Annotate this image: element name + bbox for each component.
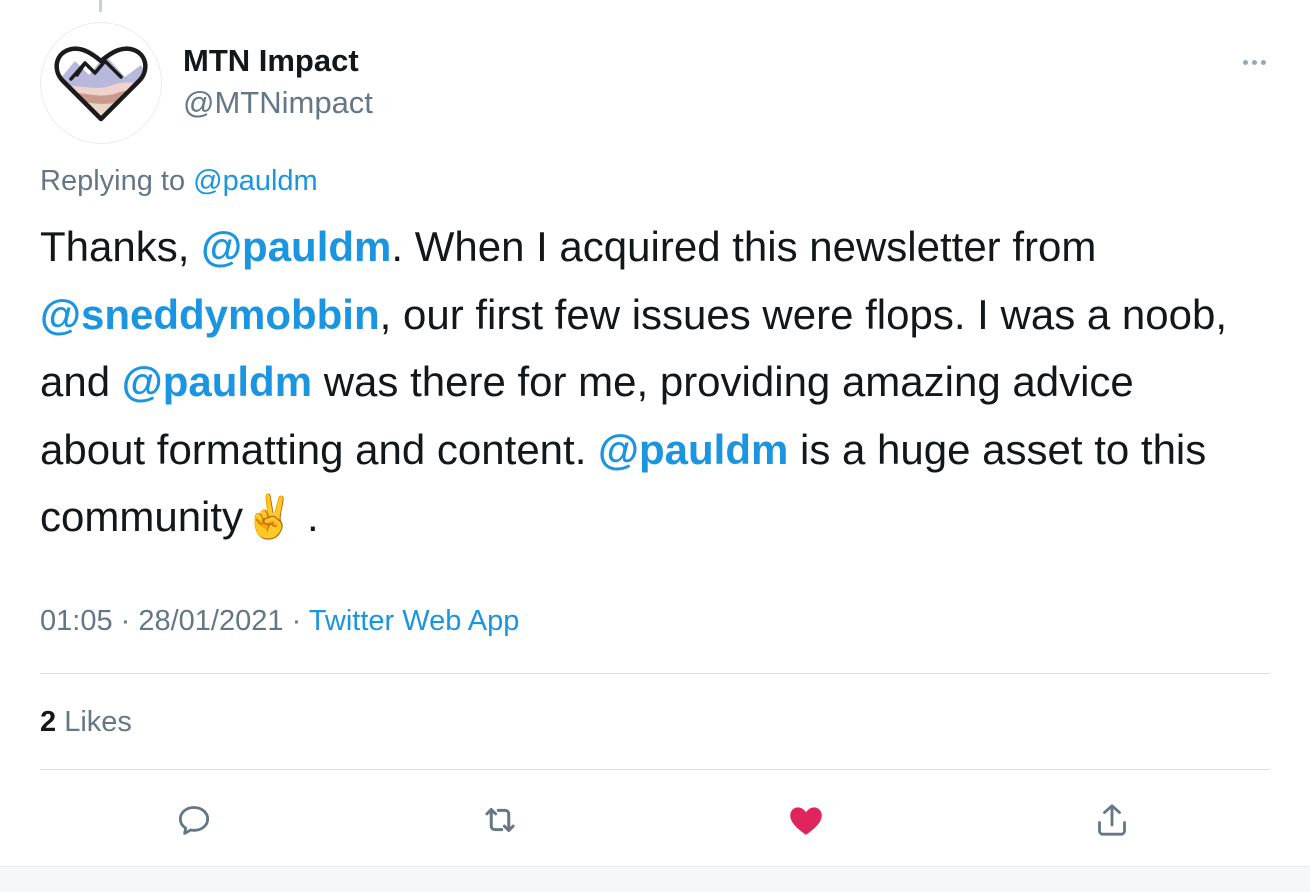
mention-link[interactable]: @sneddymobbin	[40, 291, 380, 338]
share-icon	[1098, 804, 1126, 836]
reply-button[interactable]	[170, 796, 218, 844]
likes-label: Likes	[64, 706, 132, 738]
like-button[interactable]	[782, 796, 830, 844]
retweet-icon	[485, 808, 515, 832]
heart-filled-icon	[790, 807, 822, 835]
bottom-bar	[0, 866, 1310, 892]
divider	[40, 769, 1270, 770]
tweet-meta: 01:05 · 28/01/2021 · Twitter Web App	[40, 601, 519, 641]
author-names[interactable]: MTN Impact @MTNimpact	[183, 40, 373, 124]
mention-link[interactable]: @pauldm	[122, 358, 312, 405]
likes-count: 2	[40, 706, 57, 738]
tweet-date-link[interactable]: 28/01/2021	[138, 605, 283, 637]
more-dot-icon	[1242, 59, 1248, 65]
reply-context: Replying to @pauldm	[40, 162, 318, 200]
reply-context-mention-link[interactable]: @pauldm	[193, 165, 318, 197]
tweet-text-segment: .	[295, 493, 319, 540]
mention-link[interactable]: @pauldm	[598, 426, 788, 473]
tweet-time-link[interactable]: 01:05	[40, 605, 113, 637]
share-button[interactable]	[1088, 796, 1136, 844]
reply-context-prefix: Replying to	[40, 165, 186, 197]
reply-icon	[178, 806, 210, 835]
tweet-text-segment: . When I acquired this newsletter from	[391, 223, 1097, 270]
thread-connector-line	[99, 0, 102, 12]
likes-link[interactable]: 2 Likes	[40, 702, 132, 742]
more-options-button[interactable]	[1234, 50, 1274, 74]
meta-separator: ·	[283, 605, 309, 637]
more-dot-icon	[1260, 59, 1266, 65]
tweet-text-segment: Thanks,	[40, 223, 202, 270]
meta-separator: ·	[112, 605, 139, 637]
avatar[interactable]	[40, 22, 162, 144]
author-handle[interactable]: @MTNimpact	[183, 82, 373, 124]
mention-link[interactable]: @pauldm	[201, 223, 391, 270]
divider	[40, 673, 1270, 674]
mountain-heart-logo-icon	[54, 46, 148, 122]
author-display-name[interactable]: MTN Impact	[183, 40, 373, 82]
tweet-text: Thanks, @pauldm. When I acquired this ne…	[40, 213, 1240, 551]
tweet-source-link[interactable]: Twitter Web App	[309, 605, 520, 637]
victory-hand-emoji: ✌️	[243, 492, 296, 541]
more-dot-icon	[1251, 59, 1257, 65]
retweet-button[interactable]	[476, 796, 524, 844]
